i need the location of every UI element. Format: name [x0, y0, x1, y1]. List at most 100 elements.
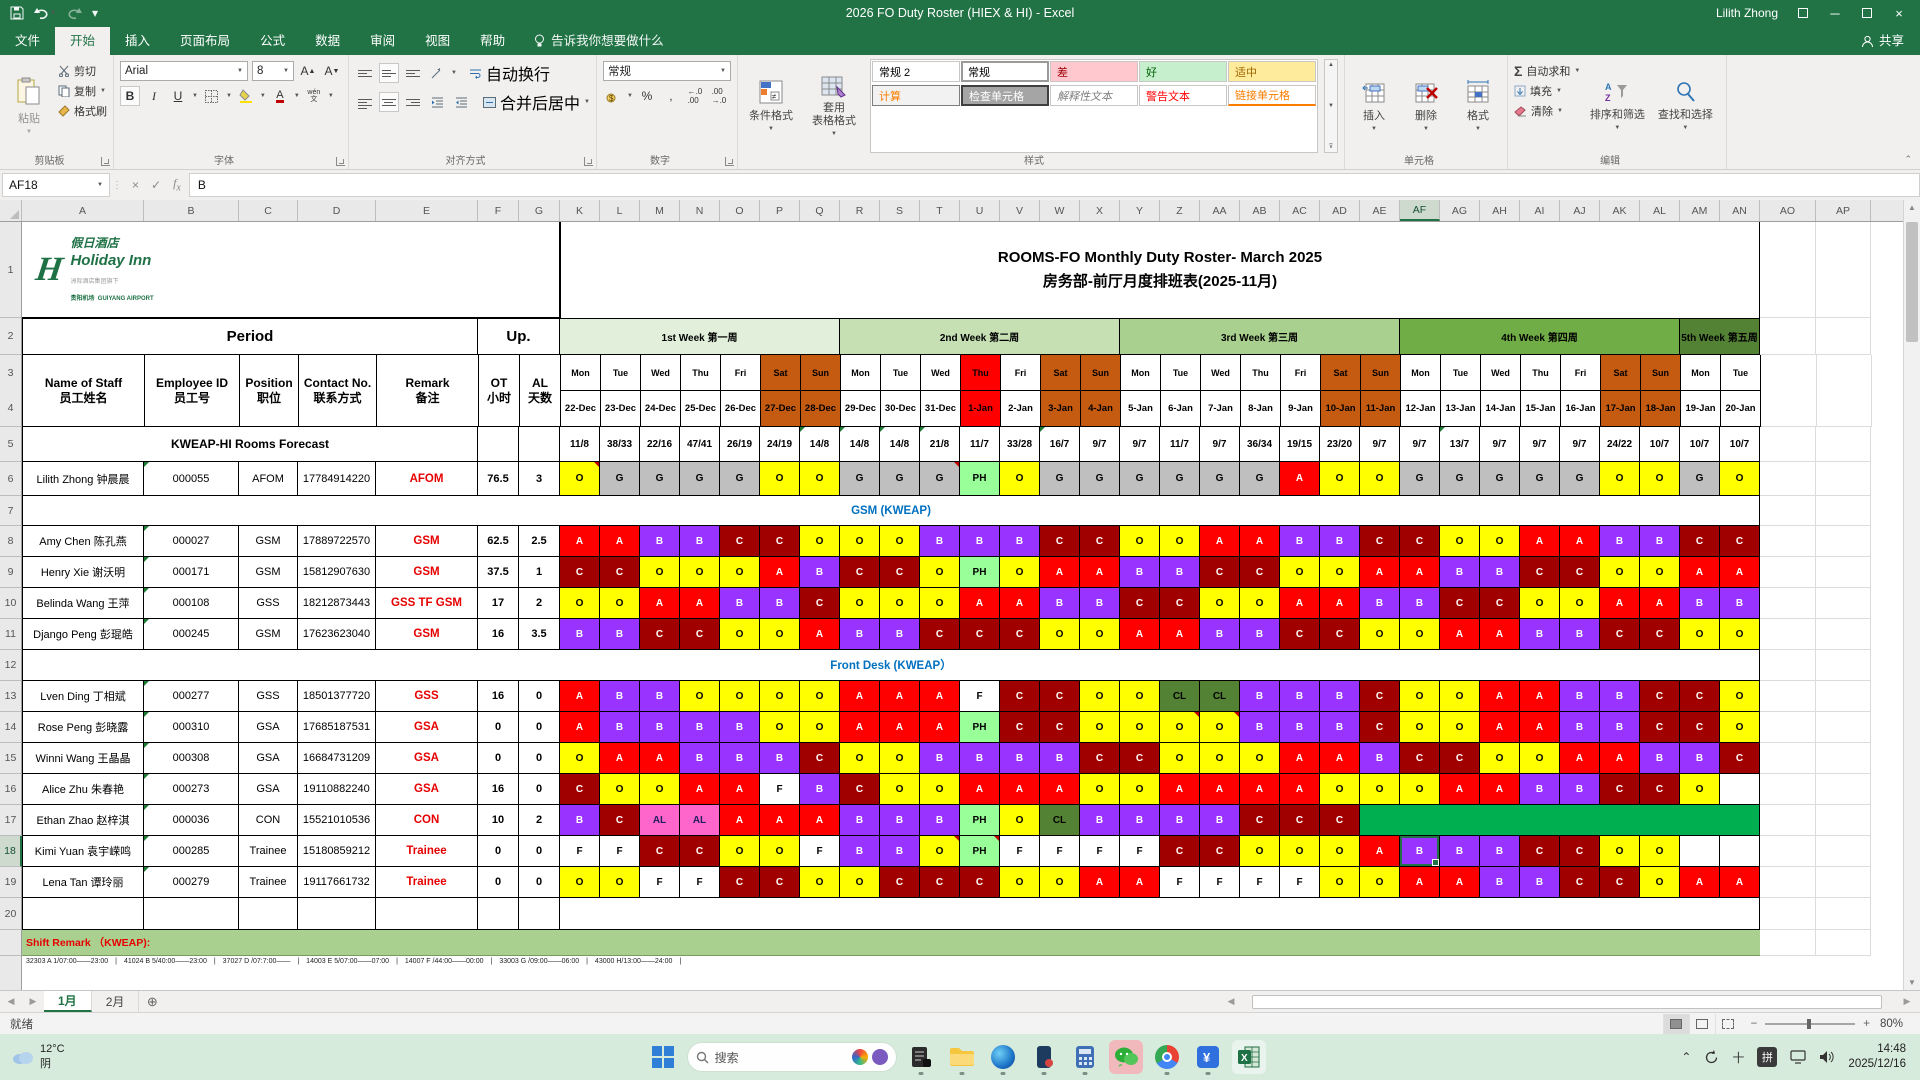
row-header-12[interactable]: 12 — [0, 650, 22, 681]
increase-indent-icon[interactable] — [451, 92, 471, 112]
cell-style-常规[interactable]: 常规 — [961, 61, 1049, 82]
shift-cell[interactable]: O — [1080, 681, 1120, 712]
underline-button[interactable]: U — [168, 86, 188, 106]
shift-cell[interactable]: C — [680, 836, 720, 867]
ribbon-tab-插入[interactable]: 插入 — [110, 27, 165, 55]
shift-cell[interactable]: C — [1080, 743, 1120, 774]
column-header-O[interactable]: O — [720, 200, 760, 221]
shift-cell[interactable]: F — [760, 774, 800, 805]
shift-cell[interactable] — [1720, 836, 1760, 867]
taskbar-app-bank[interactable]: ¥ — [1191, 1040, 1225, 1074]
row-header-2[interactable]: 2 — [0, 318, 22, 355]
shift-cell[interactable]: B — [760, 588, 800, 619]
column-header-AD[interactable]: AD — [1320, 200, 1360, 221]
tray-chevron-icon[interactable]: ⌃ — [1681, 1050, 1691, 1064]
shift-cell[interactable]: A — [1520, 712, 1560, 743]
staff-id[interactable]: 000308 — [144, 743, 239, 774]
shift-cell[interactable]: C — [760, 526, 800, 557]
decrease-decimal-icon[interactable]: .00→.0 — [709, 86, 729, 106]
increase-decimal-icon[interactable]: ←.0.00 — [685, 86, 705, 106]
shift-cell[interactable]: B — [1200, 619, 1240, 650]
shift-cell[interactable]: O — [760, 836, 800, 867]
wrap-text-button[interactable]: 自动换行 — [469, 61, 550, 85]
staff-contact[interactable]: 18212873443 — [298, 588, 376, 619]
bold-button[interactable]: B — [120, 86, 140, 106]
horizontal-scrollbar[interactable]: ◀ ▶ — [1220, 991, 1920, 1012]
shift-cell[interactable]: B — [1520, 867, 1560, 898]
sheet-tab-2月[interactable]: 2月 — [92, 991, 140, 1012]
shift-cell[interactable]: A — [1280, 774, 1320, 805]
shift-cell[interactable]: PH — [960, 557, 1000, 588]
staff-al[interactable]: 0 — [519, 743, 560, 774]
shift-cell[interactable]: C — [1240, 805, 1280, 836]
cell-style-好[interactable]: 好 — [1139, 61, 1227, 82]
shift-cell[interactable]: B — [1440, 836, 1480, 867]
shift-cell[interactable]: B — [600, 712, 640, 743]
shift-cell[interactable]: O — [800, 526, 840, 557]
shift-cell[interactable]: O — [680, 681, 720, 712]
shift-cell[interactable]: B — [1720, 588, 1760, 619]
shift-cell[interactable]: C — [840, 774, 880, 805]
shift-cell[interactable]: B — [1400, 588, 1440, 619]
shift-cell[interactable]: O — [1280, 836, 1320, 867]
shift-cell[interactable]: CL — [1040, 805, 1080, 836]
shift-cell[interactable]: O — [1720, 462, 1760, 496]
clear-button[interactable]: 清除▼ — [1514, 103, 1580, 119]
shift-cell[interactable]: O — [800, 712, 840, 743]
shift-cell[interactable]: B — [640, 526, 680, 557]
staff-position[interactable]: CON — [239, 805, 298, 836]
shift-cell[interactable]: B — [1320, 526, 1360, 557]
taskbar-app-phonelink[interactable] — [1027, 1040, 1061, 1074]
shift-cell[interactable]: A — [800, 619, 840, 650]
orientation-icon[interactable] — [427, 63, 447, 83]
shift-cell[interactable]: A — [560, 681, 600, 712]
page-layout-view-icon[interactable] — [1689, 1014, 1715, 1034]
column-header-Z[interactable]: Z — [1160, 200, 1200, 221]
shift-cell[interactable]: C — [1440, 743, 1480, 774]
staff-position[interactable]: GSA — [239, 774, 298, 805]
shift-cell[interactable]: B — [1000, 526, 1040, 557]
shift-cell[interactable]: PH — [960, 805, 1000, 836]
share-button[interactable]: 共享 — [1861, 27, 1920, 55]
shift-cell[interactable]: C — [1320, 805, 1360, 836]
tray-volume-icon[interactable] — [1819, 1050, 1835, 1064]
shift-cell[interactable]: A — [1080, 867, 1120, 898]
column-header-Q[interactable]: Q — [800, 200, 840, 221]
shift-cell[interactable]: A — [1360, 557, 1400, 588]
staff-contact[interactable]: 17685187531 — [298, 712, 376, 743]
shift-cell[interactable]: A — [600, 526, 640, 557]
grid-cell[interactable] — [478, 427, 519, 462]
shift-cell[interactable]: C — [1320, 619, 1360, 650]
shift-cell[interactable]: C — [960, 619, 1000, 650]
shift-cell[interactable]: O — [1120, 774, 1160, 805]
shift-cell[interactable]: B — [1200, 805, 1240, 836]
shift-cell[interactable]: B — [640, 681, 680, 712]
shift-cell[interactable]: O — [560, 743, 600, 774]
select-all-corner[interactable] — [0, 200, 22, 221]
shift-cell[interactable]: A — [1200, 526, 1240, 557]
weather-widget[interactable]: 12°C阴 — [0, 1043, 230, 1071]
shift-cell[interactable]: A — [1680, 557, 1720, 588]
shift-cell[interactable]: O — [560, 462, 600, 496]
row-header-19[interactable]: 19 — [0, 867, 22, 898]
vertical-scroll-thumb[interactable] — [1906, 222, 1918, 342]
staff-ot[interactable]: 0 — [478, 712, 519, 743]
staff-al[interactable]: 2 — [519, 805, 560, 836]
scroll-up-icon[interactable]: ▲ — [1904, 203, 1920, 212]
shift-cell[interactable]: B — [1680, 743, 1720, 774]
shift-cell[interactable]: C — [1280, 805, 1320, 836]
shift-cell[interactable]: C — [600, 557, 640, 588]
shift-cell[interactable]: F — [1240, 867, 1280, 898]
ribbon-tab-数据[interactable]: 数据 — [300, 27, 355, 55]
shift-cell[interactable]: C — [1560, 836, 1600, 867]
column-header-R[interactable]: R — [840, 200, 880, 221]
shift-cell[interactable]: C — [1040, 712, 1080, 743]
shift-cell[interactable]: O — [1200, 588, 1240, 619]
shift-cell[interactable]: O — [1240, 836, 1280, 867]
cell-style-警告文本[interactable]: 警告文本 — [1139, 85, 1227, 106]
column-header-B[interactable]: B — [144, 200, 239, 221]
cell-style-链接单元格[interactable]: 链接单元格 — [1228, 85, 1316, 106]
shift-cell[interactable]: B — [1640, 743, 1680, 774]
shift-cell[interactable]: A — [1200, 774, 1240, 805]
sheet-tab-1月[interactable]: 1月 — [44, 991, 92, 1012]
